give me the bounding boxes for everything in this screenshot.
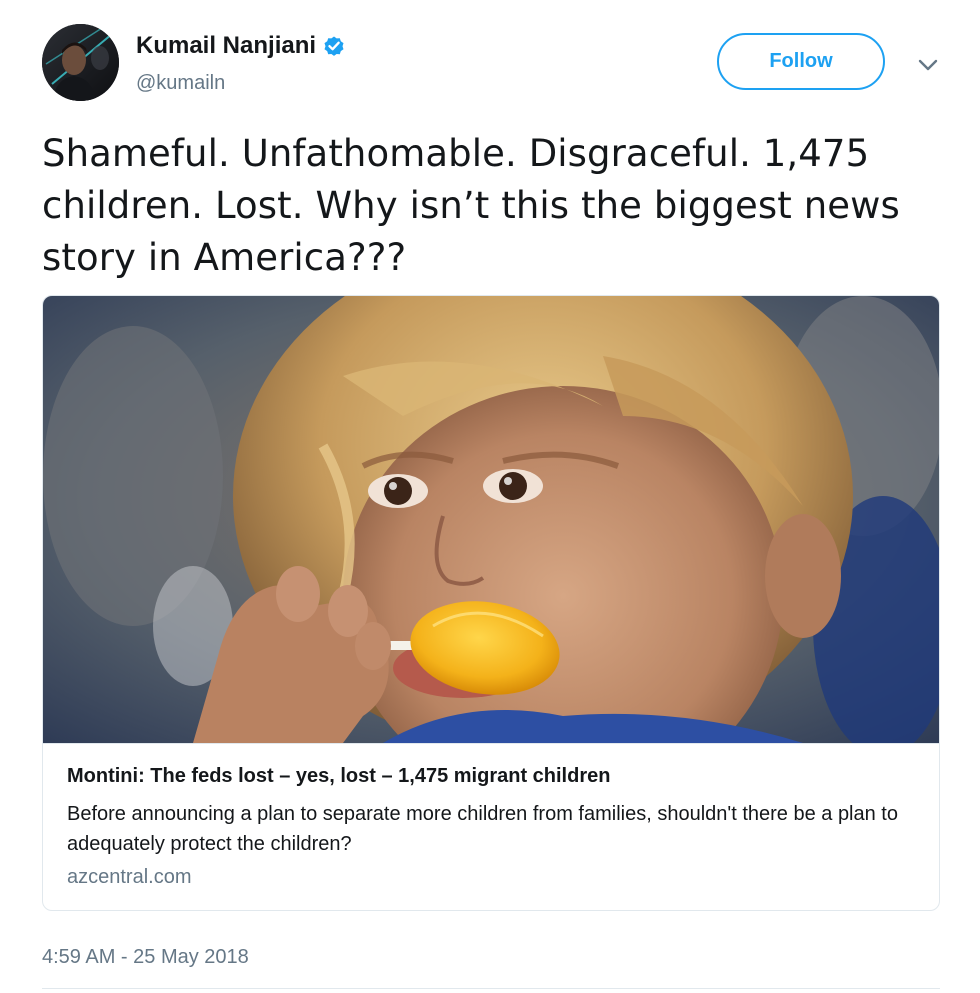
author-handle[interactable]: @kumailn: [136, 72, 225, 95]
card-domain: azcentral.com: [67, 866, 192, 888]
card-divider: [43, 743, 939, 744]
author-name[interactable]: Kumail Nanjiani: [136, 32, 316, 60]
follow-button[interactable]: Follow: [717, 33, 885, 90]
user-avatar-icon: [42, 24, 119, 101]
bottom-divider: [42, 988, 940, 989]
card-description: Before announcing a plan to separate mor…: [67, 803, 898, 855]
chevron-down-icon[interactable]: [914, 50, 942, 78]
tweet-text: Shameful. Unfathomable. Disgraceful. 1,4…: [42, 132, 900, 279]
card-image: [43, 296, 939, 743]
child-with-lollipop-photo-icon: [43, 296, 939, 743]
link-card[interactable]: Montini: The feds lost – yes, lost – 1,4…: [42, 295, 940, 911]
tweet-timestamp[interactable]: 4:59 AM - 25 May 2018: [42, 946, 249, 969]
card-title[interactable]: Montini: The feds lost – yes, lost – 1,4…: [67, 763, 917, 789]
author-name-row: Kumail Nanjiani: [136, 30, 346, 62]
avatar[interactable]: [42, 24, 119, 101]
verified-badge-icon: [322, 34, 346, 58]
